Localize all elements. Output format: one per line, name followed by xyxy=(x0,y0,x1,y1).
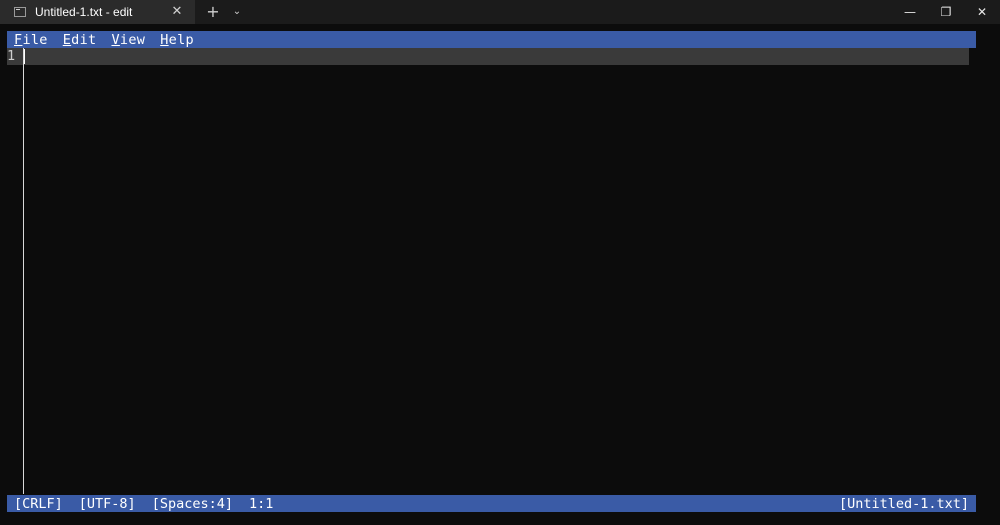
line-number: 1 xyxy=(7,48,16,64)
close-icon[interactable]: ✕ xyxy=(169,4,185,20)
gutter-divider xyxy=(23,48,24,494)
menu-edit-label: dit xyxy=(71,31,97,48)
current-line-highlight[interactable] xyxy=(7,48,969,65)
window-controls: — ❐ ✕ xyxy=(892,0,1000,24)
menu-file[interactable]: File xyxy=(14,32,48,48)
encoding-status[interactable]: [UTF-8] xyxy=(79,496,136,512)
indentation-status[interactable]: [Spaces:4] xyxy=(152,496,233,512)
menu-edit-mnemonic: E xyxy=(62,31,72,48)
menu-view-mnemonic: V xyxy=(111,31,120,48)
menu-help[interactable]: Help xyxy=(160,32,194,48)
line-ending-status[interactable]: [CRLF] xyxy=(14,496,63,512)
new-tab-button[interactable]: + xyxy=(197,0,229,24)
status-bar: [CRLF] [UTF-8] [Spaces:4] 1:1 [Untitled-… xyxy=(7,495,976,512)
menu-view[interactable]: View xyxy=(111,32,145,48)
window-titlebar: Untitled-1.txt - edit ✕ + ⌄ — ❐ ✕ xyxy=(0,0,1000,24)
close-window-button[interactable]: ✕ xyxy=(964,0,1000,24)
menu-edit[interactable]: Edit xyxy=(63,32,97,48)
menu-bar: File Edit View Help xyxy=(7,31,976,48)
minimize-button[interactable]: — xyxy=(892,0,928,24)
menu-help-label: elp xyxy=(168,31,194,48)
chevron-down-icon[interactable]: ⌄ xyxy=(229,0,245,24)
menu-view-label: iew xyxy=(119,31,146,48)
tab-title: Untitled-1.txt - edit xyxy=(35,5,133,19)
text-cursor xyxy=(24,49,25,64)
menu-help-mnemonic: H xyxy=(160,31,169,48)
maximize-button[interactable]: ❐ xyxy=(928,0,964,24)
menu-file-label: ile xyxy=(22,31,48,48)
terminal-icon xyxy=(14,7,26,17)
tab-untitled[interactable]: Untitled-1.txt - edit ✕ xyxy=(0,0,195,24)
filename-status[interactable]: [Untitled-1.txt] xyxy=(839,496,969,512)
cursor-position-status[interactable]: 1:1 xyxy=(249,496,273,512)
